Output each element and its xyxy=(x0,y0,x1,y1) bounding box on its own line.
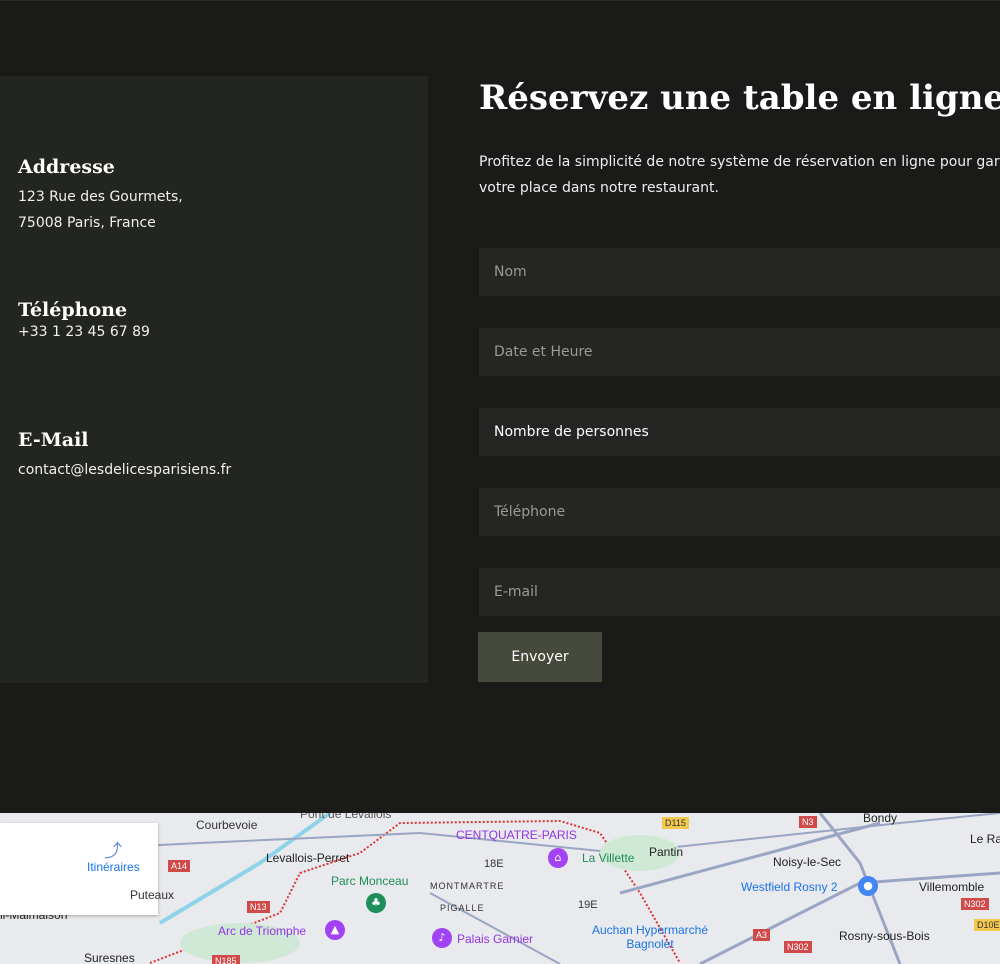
road-badge: D115 xyxy=(662,817,689,829)
map-label: Rosny-sous-Bois xyxy=(839,929,930,943)
museum-icon: ⌂ xyxy=(548,848,568,868)
monument-icon: ▲ xyxy=(325,920,345,940)
road-badge: N302 xyxy=(961,898,989,910)
road-badge: D10E xyxy=(974,919,1000,931)
map-label: Villemomble xyxy=(919,880,985,894)
map-label: Auchan Hypermarché Bagnolet xyxy=(591,923,709,951)
map-label: Courbevoie xyxy=(196,818,258,832)
intro-text: Profitez de la simplicité de notre systè… xyxy=(479,154,1000,196)
name-input[interactable]: Nom xyxy=(479,248,1000,296)
contact-panel: Addresse 123 Rue des Gourmets, 75008 Par… xyxy=(0,76,428,683)
music-icon: ♪ xyxy=(432,928,452,948)
address-block: Addresse 123 Rue des Gourmets, 75008 Par… xyxy=(18,156,183,236)
map-label: Westfield Rosny 2 xyxy=(741,880,838,894)
email-input[interactable]: E-mail xyxy=(479,568,1000,616)
map-label: PIGALLE xyxy=(440,903,485,913)
map-label: Suresnes xyxy=(84,951,135,964)
road-badge: A14 xyxy=(168,860,191,872)
map-label: Noisy-le-Sec xyxy=(773,855,842,869)
map-label: Bondy xyxy=(863,813,898,825)
email-title: E-Mail xyxy=(18,429,89,451)
map-label: MONTMARTRE xyxy=(430,881,505,891)
road-badge: N302 xyxy=(784,941,812,953)
submit-button[interactable]: Envoyer xyxy=(478,632,602,682)
map-label: Pantin xyxy=(649,845,684,859)
map-label: Parc Monceau xyxy=(331,874,409,888)
map-label: CENTQUATRE-PARIS xyxy=(456,828,577,842)
map-label: Levallois-Perret xyxy=(266,851,350,865)
park-icon: ♣ xyxy=(366,893,386,913)
address-line: 75008 Paris, France xyxy=(18,215,156,231)
address-line: 123 Rue des Gourmets, xyxy=(18,189,183,205)
map-label: Le Ra xyxy=(970,832,1000,846)
road-badge: N3 xyxy=(799,816,817,828)
phone-input[interactable]: Téléphone xyxy=(479,488,1000,536)
datetime-input[interactable]: Date et Heure xyxy=(479,328,1000,376)
divider xyxy=(0,0,1000,1)
map-label: Puteaux xyxy=(130,888,175,902)
shopping-icon: ● xyxy=(858,876,878,896)
guests-select[interactable]: Nombre de personnes xyxy=(479,408,1000,456)
phone-value: +33 1 23 45 67 89 xyxy=(18,324,150,340)
address-title: Addresse xyxy=(18,156,115,178)
phone-block: Téléphone +33 1 23 45 67 89 xyxy=(18,299,150,345)
email-value: contact@lesdelicesparisiens.fr xyxy=(18,462,232,478)
map-label: 18E xyxy=(484,858,504,870)
map-label: Palais Garnier xyxy=(457,932,534,946)
map[interactable]: Rueil-Malmaison ⤴ Itinéraires Courbevoie… xyxy=(0,813,1000,964)
map-label: La Villette xyxy=(582,851,635,865)
email-block: E-Mail contact@lesdelicesparisiens.fr xyxy=(18,429,231,483)
page-title: Réservez une table en ligne xyxy=(479,78,1000,118)
phone-title: Téléphone xyxy=(18,299,128,321)
map-label: Pont de Levallois xyxy=(300,813,392,821)
map-label: 19E xyxy=(578,899,598,911)
road-badge: A3 xyxy=(753,929,771,941)
map-label: Arc de Triomphe xyxy=(218,924,307,938)
road-badge: N13 xyxy=(247,901,270,913)
directions-link[interactable]: Itinéraires xyxy=(87,860,140,874)
road-badge: N185 xyxy=(212,955,240,964)
